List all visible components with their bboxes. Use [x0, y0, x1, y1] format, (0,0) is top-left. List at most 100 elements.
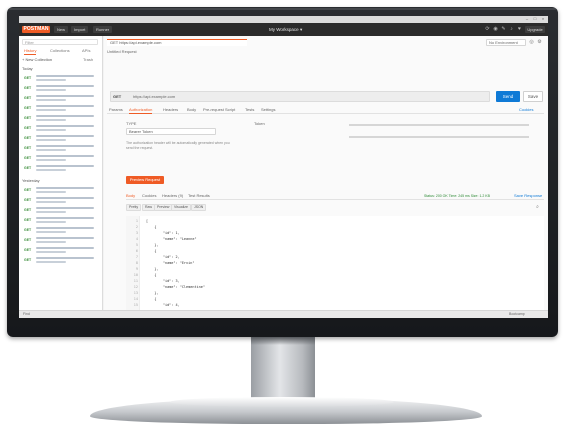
tab-params[interactable]: Params [109, 107, 123, 113]
history-item[interactable]: GET [22, 74, 100, 84]
history-item-url-continued [36, 119, 66, 121]
history-item-method: GET [24, 126, 32, 130]
response-tab-headers[interactable]: Headers (9) [162, 193, 183, 199]
token-input-underline [349, 136, 529, 138]
history-item-method: GET [24, 166, 32, 170]
token-input[interactable] [349, 124, 529, 126]
history-item-url-continued [36, 129, 66, 131]
sidebar-tab-history[interactable]: History [24, 48, 37, 55]
environment-select[interactable]: No Environment [486, 39, 526, 46]
history-item-method: GET [24, 136, 32, 140]
format-pretty-button[interactable]: Pretty [126, 204, 142, 211]
bell-icon[interactable]: ♪ [509, 27, 514, 32]
history-item-url-continued [36, 139, 66, 141]
request-tab[interactable]: GET https://api.example.com [107, 39, 247, 46]
history-item-url-continued [36, 201, 66, 203]
history-item[interactable]: GET [22, 236, 100, 246]
history-item-url [36, 197, 94, 199]
history-item-url-continued [36, 231, 66, 233]
close-icon[interactable]: × [540, 17, 546, 21]
tab-headers[interactable]: Headers [163, 107, 178, 113]
upgrade-button[interactable]: Upgrade [525, 26, 545, 33]
format-json-select[interactable]: JSON [191, 204, 207, 211]
sidebar-filter-input[interactable]: Filter [22, 39, 98, 45]
history-item[interactable]: GET [22, 246, 100, 256]
history-item[interactable]: GET [22, 154, 100, 164]
new-button[interactable]: New [54, 26, 69, 33]
response-tab-test-results[interactable]: Test Results [188, 193, 210, 199]
sidebar-tab-collections[interactable]: Collections [50, 48, 70, 54]
tab-tests[interactable]: Tests [245, 107, 254, 113]
history-item[interactable]: GET [22, 104, 100, 114]
new-collection-button[interactable]: + New Collection [22, 57, 52, 63]
url-input[interactable]: GET https://api.example.com [110, 91, 490, 102]
runner-button[interactable]: Runner [93, 26, 113, 33]
history-item-url [36, 105, 94, 107]
history-item[interactable]: GET [22, 124, 100, 134]
url-text: https://api.example.com [133, 94, 176, 99]
sync-icon[interactable]: ⟳ [485, 27, 490, 32]
breadcrumb: Untitled Request [107, 49, 137, 54]
history-item[interactable]: GET [22, 256, 100, 266]
history-item-url-continued [36, 89, 66, 91]
history-item[interactable]: GET [22, 134, 100, 144]
search-icon[interactable]: ⌕ [535, 205, 540, 210]
token-label: Token [254, 121, 265, 126]
history-item[interactable]: GET [22, 114, 100, 124]
heart-icon[interactable]: ♥ [517, 27, 522, 32]
history-item[interactable]: GET [22, 94, 100, 104]
tab-authorization[interactable]: Authorization [129, 107, 153, 114]
history-item[interactable]: GET [22, 164, 100, 174]
history-item[interactable]: GET [22, 216, 100, 226]
bootcamp-button[interactable]: Bootcamp [509, 312, 525, 317]
eye-icon[interactable]: ◎ [529, 40, 534, 45]
history-item-url [36, 125, 94, 127]
save-response-button[interactable]: Save Response [514, 193, 542, 199]
workspace-selector[interactable]: My Workspace ▾ [269, 26, 302, 33]
tab-body[interactable]: Body [187, 107, 196, 113]
history-item[interactable]: GET [22, 186, 100, 196]
history-item-url [36, 257, 94, 259]
auth-note: The authorization header will be automat… [126, 141, 230, 150]
tab-settings[interactable]: Settings [261, 107, 275, 113]
format-preview-button[interactable]: Preview [154, 204, 173, 211]
sidebar-tab-apis[interactable]: APIs [82, 48, 90, 54]
history-item-url [36, 95, 94, 97]
maximize-icon[interactable]: □ [532, 17, 538, 21]
find-button[interactable]: Find [23, 312, 30, 317]
tab-pre-request-script[interactable]: Pre-request Script [203, 107, 235, 113]
history-item-method: GET [24, 86, 32, 90]
history-item-url [36, 217, 94, 219]
trash-button[interactable]: Trash [83, 57, 93, 63]
method-select[interactable]: GET [113, 92, 121, 101]
history-item-method: GET [24, 116, 32, 120]
response-status: Status: 200 OK Time: 245 ms Size: 1.2 KB [424, 194, 490, 198]
minimize-icon[interactable]: – [524, 17, 530, 21]
history-item[interactable]: GET [22, 206, 100, 216]
save-button[interactable]: Save [523, 91, 543, 102]
response-body[interactable]: 1[2 {3 "id": 1, 4 "name": "Leanne" 5 }, 6 {… [126, 216, 544, 310]
cookies-link[interactable]: Cookies [519, 107, 533, 113]
history-item[interactable]: GET [22, 196, 100, 206]
history-item[interactable]: GET [22, 144, 100, 154]
response-tab-cookies[interactable]: Cookies [142, 193, 156, 199]
auth-type-select[interactable]: Bearer Token [126, 128, 216, 135]
status-bar: Find Bootcamp [19, 310, 548, 318]
history-item-url [36, 165, 94, 167]
preview-request-button[interactable]: Preview Request [126, 176, 164, 184]
history-item[interactable]: GET [22, 84, 100, 94]
history-item-method: GET [24, 238, 32, 242]
history-item-method: GET [24, 156, 32, 160]
format-visualize-button[interactable]: Visualize [171, 204, 191, 211]
history-item-method: GET [24, 76, 32, 80]
history-item-url-continued [36, 109, 66, 111]
gear-icon[interactable]: ⚙ [537, 40, 542, 45]
send-button[interactable]: Send [496, 91, 520, 102]
history-item[interactable]: GET [22, 226, 100, 236]
window-titlebar: – □ × [19, 16, 548, 23]
wrench-icon[interactable]: ✎ [501, 27, 506, 32]
satellite-icon[interactable]: ◉ [493, 27, 498, 32]
import-button[interactable]: Import [71, 26, 89, 33]
response-tab-body[interactable]: Body [126, 193, 135, 199]
history-item-url-continued [36, 251, 66, 253]
